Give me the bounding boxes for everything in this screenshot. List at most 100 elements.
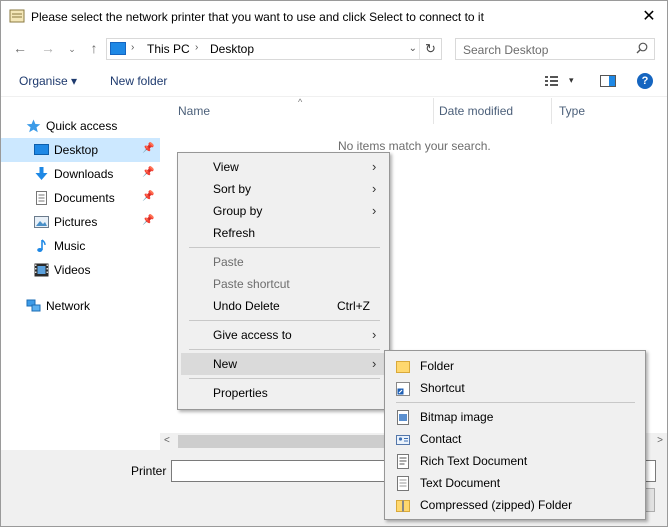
menu-item-label: View	[213, 160, 239, 174]
sidebar-item-network[interactable]: Network	[1, 294, 160, 318]
recent-locations-icon[interactable]: ⌄	[63, 44, 81, 55]
zip-folder-icon	[396, 500, 410, 512]
breadcrumb-this-pc[interactable]: This PC	[147, 42, 190, 56]
column-header-date-modified[interactable]: Date modified	[439, 98, 552, 124]
new-folder-button[interactable]: New folder	[110, 74, 167, 88]
forward-arrow-icon[interactable]: →	[39, 40, 57, 56]
sidebar-item-label: Videos	[54, 263, 91, 277]
new-rich-text-item[interactable]: Rich Text Document	[388, 450, 642, 472]
sidebar-item-label: Quick access	[46, 119, 118, 133]
new-zip-folder-item[interactable]: Compressed (zipped) Folder	[388, 494, 642, 516]
help-icon[interactable]: ?	[637, 73, 653, 89]
sidebar-item-label: Network	[46, 299, 91, 313]
scroll-right-icon[interactable]: >	[657, 435, 663, 446]
menu-separator	[189, 247, 380, 248]
view-options-icon[interactable]	[545, 75, 563, 87]
sidebar-item-label: Downloads	[54, 167, 114, 181]
menu-item-paste-shortcut[interactable]: Paste shortcut	[181, 273, 386, 295]
star-icon	[26, 119, 41, 133]
menu-item-label: Group by	[213, 204, 263, 218]
menu-item-label: Contact	[420, 432, 462, 446]
view-dropdown-icon[interactable]: ▾	[569, 75, 574, 86]
bitmap-icon	[397, 410, 409, 425]
command-toolbar: Organise ▾ New folder ▾ ?	[1, 66, 667, 97]
menu-item-sort-by[interactable]: Sort by ›	[181, 178, 386, 200]
menu-item-label: New	[213, 357, 238, 371]
menu-item-label: Paste shortcut	[213, 277, 290, 291]
sidebar-item-pictures[interactable]: Pictures 📌	[1, 210, 160, 234]
up-arrow-icon[interactable]: ↑	[85, 40, 103, 56]
desktop-icon	[34, 144, 49, 155]
sidebar-item-videos[interactable]: Videos	[1, 258, 160, 282]
column-header-name[interactable]: Name	[178, 98, 434, 124]
menu-item-refresh[interactable]: Refresh	[181, 222, 386, 244]
column-header-label: Date modified	[439, 104, 514, 118]
contact-icon	[396, 435, 410, 445]
pin-icon: 📌	[142, 191, 155, 202]
scroll-left-icon[interactable]: <	[164, 435, 170, 446]
sidebar-item-downloads[interactable]: Downloads 📌	[1, 162, 160, 186]
chevron-right-icon: ›	[372, 203, 377, 218]
sidebar-item-label: Desktop	[54, 143, 99, 157]
navigation-bar: ← → ⌄ ↑ › This PC › Desktop ⌄ ↻ Search D…	[1, 32, 667, 66]
organise-button[interactable]: Organise ▾	[19, 74, 77, 88]
sidebar-item-label: Documents	[54, 191, 115, 205]
pin-icon: 📌	[142, 167, 155, 178]
documents-icon	[36, 191, 47, 205]
menu-item-new[interactable]: New ›	[181, 353, 386, 375]
column-header-type[interactable]: Type	[559, 98, 649, 124]
this-pc-icon	[110, 42, 126, 55]
music-icon	[37, 239, 46, 252]
printer-app-icon	[9, 9, 25, 23]
menu-item-paste[interactable]: Paste	[181, 251, 386, 273]
scrollbar-thumb[interactable]	[178, 435, 388, 448]
chevron-right-icon[interactable]: ›	[195, 42, 198, 53]
folder-icon	[396, 361, 410, 373]
chevron-right-icon: ›	[372, 356, 377, 371]
menu-item-view[interactable]: View ›	[181, 156, 386, 178]
menu-item-label: Sort by	[213, 182, 252, 196]
printer-label: Printer	[131, 464, 167, 478]
search-box[interactable]: Search Desktop	[455, 38, 655, 60]
text-document-icon	[397, 476, 409, 491]
sidebar-item-label: Pictures	[54, 215, 98, 229]
menu-separator	[189, 349, 380, 350]
sidebar-item-documents[interactable]: Documents 📌	[1, 186, 160, 210]
column-header-label: Type	[559, 104, 586, 118]
new-text-document-item[interactable]: Text Document	[388, 472, 642, 494]
refresh-icon[interactable]: ↻	[419, 39, 441, 59]
chevron-right-icon: ›	[372, 327, 377, 342]
menu-separator	[189, 320, 380, 321]
menu-separator	[396, 402, 635, 403]
address-bar[interactable]: › This PC › Desktop ⌄ ↻	[106, 38, 442, 60]
new-bitmap-item[interactable]: Bitmap image	[388, 406, 642, 428]
menu-item-label: Paste	[213, 255, 244, 269]
menu-item-group-by[interactable]: Group by ›	[181, 200, 386, 222]
sidebar-item-music[interactable]: Music	[1, 234, 160, 258]
menu-item-label: Shortcut	[420, 381, 465, 395]
new-shortcut-item[interactable]: Shortcut	[388, 377, 642, 399]
menu-item-properties[interactable]: Properties	[181, 382, 386, 404]
rich-text-document-icon	[397, 454, 409, 469]
chevron-right-icon[interactable]: ›	[131, 42, 134, 53]
close-icon[interactable]: ✕	[631, 1, 667, 32]
network-icon	[26, 299, 41, 312]
menu-item-give-access[interactable]: Give access to ›	[181, 324, 386, 346]
search-placeholder: Search Desktop	[463, 43, 549, 57]
chevron-right-icon: ›	[372, 159, 377, 174]
new-contact-item[interactable]: Contact	[388, 428, 642, 450]
menu-item-label: Bitmap image	[420, 410, 494, 424]
new-folder-item[interactable]: Folder	[388, 355, 642, 377]
sidebar-item-quick-access[interactable]: Quick access	[1, 114, 160, 138]
breadcrumb-desktop[interactable]: Desktop	[210, 42, 254, 56]
pictures-icon	[34, 216, 49, 228]
shortcut-icon	[396, 382, 410, 396]
keyboard-shortcut: Ctrl+Z	[337, 299, 370, 313]
preview-pane-icon[interactable]	[600, 75, 616, 87]
pin-icon: 📌	[142, 143, 155, 154]
address-dropdown-icon[interactable]: ⌄	[409, 43, 417, 54]
back-arrow-icon[interactable]: ←	[11, 40, 29, 56]
menu-item-label: Undo Delete	[213, 299, 280, 313]
sidebar-item-desktop[interactable]: Desktop 📌	[1, 138, 160, 162]
menu-item-undo-delete[interactable]: Undo Delete Ctrl+Z	[181, 295, 386, 317]
